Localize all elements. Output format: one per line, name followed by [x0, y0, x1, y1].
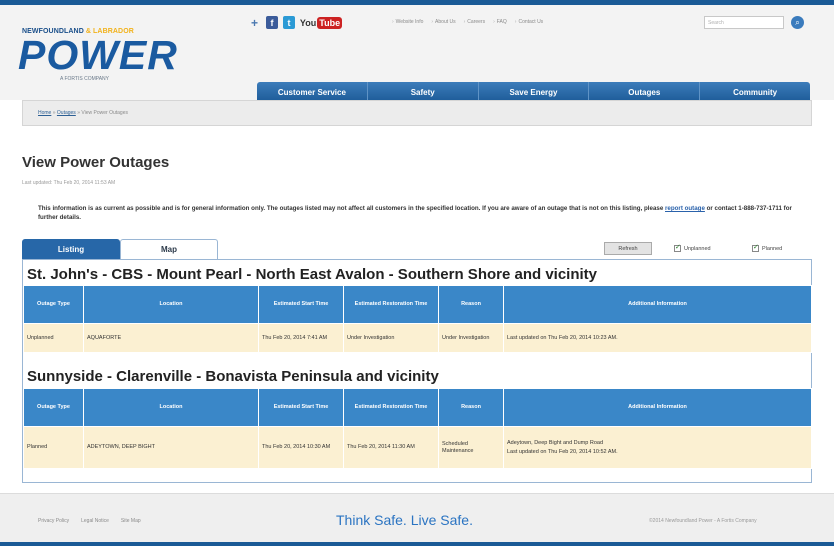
cell-additional-info: Adeytown, Deep Bight and Dump Road Last … — [503, 426, 812, 469]
cell-reason: Under Investigation — [438, 323, 504, 353]
outage-listing-panel: St. John's - CBS - Mount Pearl - North E… — [22, 259, 812, 483]
search-icon[interactable]: ⌕ — [791, 16, 804, 29]
col-outage-type: Outage Type — [23, 285, 84, 324]
cell-restoration-time: Under Investigation — [343, 323, 439, 353]
twitter-icon[interactable]: t — [283, 16, 295, 29]
checkbox-checked-icon[interactable] — [752, 243, 759, 252]
cell-location: ADEYTOWN, DEEP BIGHT — [83, 426, 259, 469]
col-start-time: Estimated Start Time — [258, 285, 344, 324]
breadcrumb-outages[interactable]: Outages — [57, 110, 76, 116]
page-title: View Power Outages — [22, 154, 170, 171]
footer-link-legal[interactable]: Legal Notice — [81, 518, 109, 524]
footer-copyright: ©2014 Newfoundland Power - A Fortis Comp… — [649, 518, 757, 524]
region-heading: Sunnyside - Clarenville - Bonavista Peni… — [27, 368, 439, 385]
outage-table: Outage Type Location Estimated Start Tim… — [23, 388, 812, 469]
breadcrumb-home[interactable]: Home — [38, 110, 51, 116]
utility-link[interactable]: Contact Us — [515, 19, 543, 25]
site-header: NEWFOUNDLAND & LABRADOR POWER A FORTIS CO… — [0, 5, 834, 103]
col-reason: Reason — [438, 285, 504, 324]
outage-table: Outage Type Location Estimated Start Tim… — [23, 285, 812, 353]
facebook-icon[interactable]: f — [266, 16, 278, 29]
utility-link[interactable]: Website Info — [392, 19, 424, 25]
logo-tagline: A FORTIS COMPANY — [60, 76, 109, 82]
cell-outage-type: Planned — [23, 426, 84, 469]
site-footer: Privacy Policy Legal Notice Site Map Thi… — [0, 493, 834, 546]
cell-additional-info: Last updated on Thu Feb 20, 2014 10:23 A… — [503, 323, 812, 353]
tab-listing[interactable]: Listing — [22, 239, 120, 259]
utility-link[interactable]: About Us — [431, 19, 456, 25]
col-reason: Reason — [438, 388, 504, 427]
tab-map[interactable]: Map — [120, 239, 218, 259]
cell-location: AQUAFORTE — [83, 323, 259, 353]
refresh-button[interactable]: Refresh — [604, 242, 652, 255]
col-restoration-time: Estimated Restoration Time — [343, 388, 439, 427]
planned-checkbox[interactable]: Planned — [752, 243, 782, 252]
col-outage-type: Outage Type — [23, 388, 84, 427]
checkbox-checked-icon[interactable] — [674, 243, 681, 252]
utility-link[interactable]: FAQ — [493, 19, 507, 25]
share-plus-icon[interactable]: + — [248, 16, 261, 30]
col-restoration-time: Estimated Restoration Time — [343, 285, 439, 324]
footer-accent-bar — [0, 542, 834, 546]
search-input[interactable]: Search — [704, 16, 784, 29]
cell-reason: Scheduled Maintenance — [438, 426, 504, 469]
utility-links: Website Info About Us Careers FAQ Contac… — [392, 19, 692, 25]
col-additional-info: Additional Information — [503, 388, 812, 427]
col-location: Location — [83, 388, 259, 427]
cell-restoration-time: Thu Feb 20, 2014 11:30 AM — [343, 426, 439, 469]
utility-link[interactable]: Careers — [464, 19, 485, 25]
col-location: Location — [83, 285, 259, 324]
region-heading: St. John's - CBS - Mount Pearl - North E… — [27, 266, 598, 283]
cell-start-time: Thu Feb 20, 2014 7:41 AM — [258, 323, 344, 353]
breadcrumb-current: View Power Outages — [81, 110, 128, 116]
youtube-icon[interactable]: You Tube — [300, 16, 343, 29]
last-updated: Last updated: Thu Feb 20, 2014 11:53 AM — [22, 180, 116, 186]
site-logo[interactable]: POWER — [18, 34, 178, 76]
breadcrumb: Home » Outages » View Power Outages — [22, 100, 812, 126]
footer-link-privacy[interactable]: Privacy Policy — [38, 518, 69, 524]
cell-outage-type: Unplanned — [23, 323, 84, 353]
col-additional-info: Additional Information — [503, 285, 812, 324]
report-outage-link[interactable]: report outage — [665, 205, 705, 212]
table-row: Unplanned AQUAFORTE Thu Feb 20, 2014 7:4… — [23, 323, 812, 353]
col-start-time: Estimated Start Time — [258, 388, 344, 427]
unplanned-checkbox[interactable]: Unplanned — [674, 243, 711, 252]
footer-links: Privacy Policy Legal Notice Site Map — [38, 518, 141, 524]
footer-link-sitemap[interactable]: Site Map — [121, 518, 141, 524]
cell-start-time: Thu Feb 20, 2014 10:30 AM — [258, 426, 344, 469]
table-row: Planned ADEYTOWN, DEEP BIGHT Thu Feb 20,… — [23, 426, 812, 469]
outage-notice: This information is as current as possib… — [38, 205, 792, 221]
footer-slogan: Think Safe. Live Safe. — [336, 512, 473, 528]
